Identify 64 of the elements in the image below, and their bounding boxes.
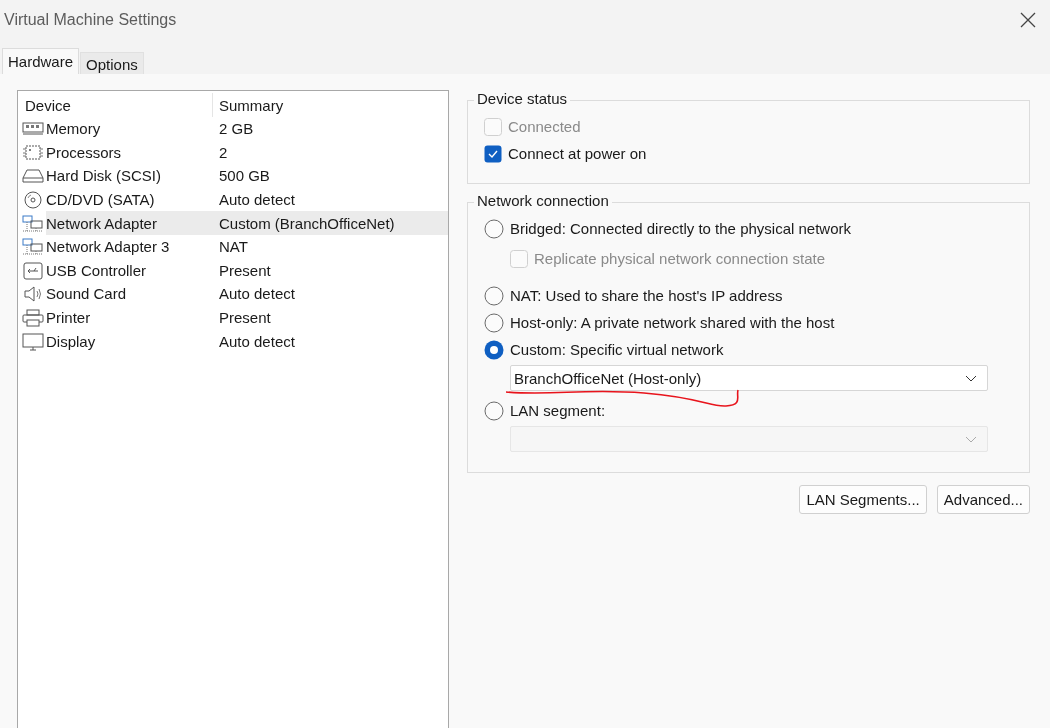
device-summary: Auto detect xyxy=(218,285,296,303)
device-row[interactable]: Hard Disk (SCSI) 500 GB xyxy=(19,164,448,188)
display-icon xyxy=(22,331,44,351)
column-header[interactable]: Summary xyxy=(213,93,448,117)
radio-icon xyxy=(484,218,504,239)
radio-button[interactable]: Host-only: A private network shared with the host xyxy=(484,309,835,336)
device-name: USB Controller xyxy=(46,261,147,279)
window-title: Virtual Machine Settings xyxy=(4,11,177,29)
disk-icon xyxy=(22,166,44,186)
radio-icon xyxy=(484,339,504,360)
dialog-button[interactable]: LAN Segments... xyxy=(799,485,927,514)
dialog-button[interactable]: Advanced... xyxy=(936,485,1030,514)
radio-button[interactable]: Bridged: Connected directly to the physical network xyxy=(484,215,851,242)
device-row[interactable]: Memory 2 GB xyxy=(19,117,448,141)
device-summary: 2 GB xyxy=(218,120,255,138)
device-name: Processors xyxy=(46,143,122,161)
usb-icon xyxy=(22,260,44,280)
group-title: Device status xyxy=(474,90,571,107)
device-row[interactable]: USB Controller Present xyxy=(19,258,448,283)
device-name: Network Adapter 3 xyxy=(46,238,170,256)
device-name: Memory xyxy=(46,120,101,138)
device-name: Sound Card xyxy=(46,285,127,303)
device-row[interactable]: Printer Present xyxy=(19,305,448,330)
group-title: Network connection xyxy=(474,192,612,209)
sound-icon xyxy=(22,284,44,304)
network-icon xyxy=(22,237,44,257)
checkbox-icon xyxy=(484,117,502,136)
radio-button[interactable]: Custom: Specific virtual network xyxy=(484,336,724,363)
network-dropdown[interactable]: BranchOfficeNet (Host-only) xyxy=(510,365,988,391)
device-row[interactable]: Sound Card Auto detect xyxy=(19,282,448,306)
device-row[interactable]: Processors 2 xyxy=(19,140,448,165)
device-row[interactable]: Network Adapter Custom (BranchOfficeNet) xyxy=(19,211,448,235)
network-icon xyxy=(22,213,44,233)
tab[interactable]: Options xyxy=(80,52,144,74)
radio-button[interactable]: LAN segment: xyxy=(484,397,606,424)
checkbox-icon xyxy=(510,249,528,268)
device-summary: Auto detect xyxy=(218,191,296,209)
device-summary: Present xyxy=(218,309,272,327)
printer-icon xyxy=(22,308,44,328)
radio-icon xyxy=(484,285,504,306)
device-summary: Present xyxy=(218,261,272,279)
radio-button[interactable]: NAT: Used to share the host's IP address xyxy=(484,282,783,309)
close-icon[interactable] xyxy=(1020,12,1036,28)
device-row[interactable]: Display Auto detect xyxy=(19,329,448,353)
chevron-down-icon xyxy=(965,374,977,382)
device-row[interactable]: Network Adapter 3 NAT xyxy=(19,234,448,259)
device-summary: NAT xyxy=(218,238,249,256)
processor-icon xyxy=(22,142,44,162)
tab[interactable]: Hardware xyxy=(2,48,80,74)
device-summary: 500 GB xyxy=(218,167,271,185)
checkbox-icon xyxy=(484,144,502,163)
radio-icon xyxy=(484,400,504,421)
device-name: Display xyxy=(46,332,96,350)
device-row[interactable]: CD/DVD (SATA) Auto detect xyxy=(19,187,448,212)
device-name: Printer xyxy=(46,309,91,327)
column-header[interactable]: Device xyxy=(19,93,213,117)
device-summary: Auto detect xyxy=(218,332,296,350)
cd-icon xyxy=(22,190,44,210)
device-name: CD/DVD (SATA) xyxy=(46,191,155,209)
radio-icon xyxy=(484,312,504,333)
device-name: Hard Disk (SCSI) xyxy=(46,167,161,185)
chevron-down-icon xyxy=(965,435,977,443)
device-summary: 2 xyxy=(218,143,229,161)
checkbox[interactable]: Connect at power on xyxy=(484,140,647,167)
